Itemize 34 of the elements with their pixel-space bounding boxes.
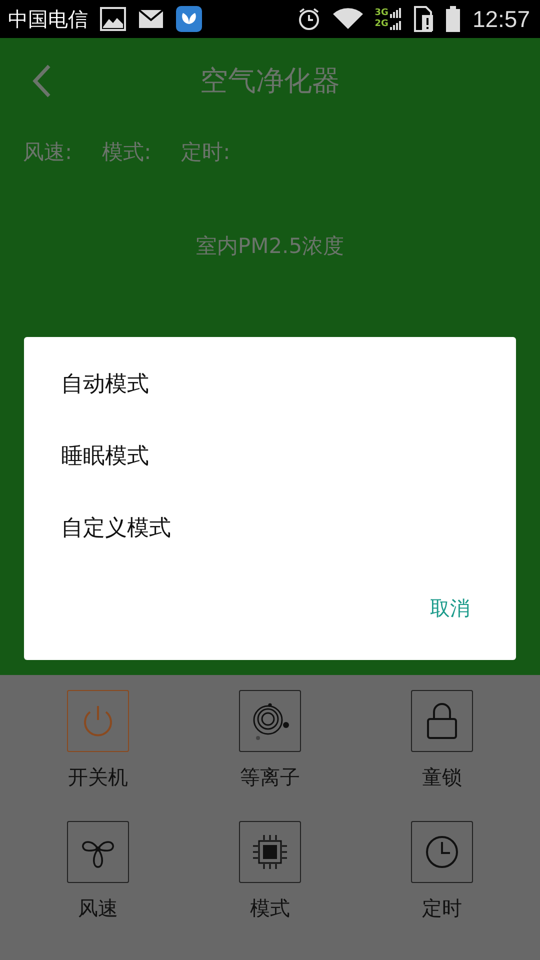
carrier-name: 中国电信 <box>8 6 88 32</box>
status-label: 模式: <box>102 139 152 166</box>
wifi-icon <box>332 8 363 30</box>
control-label: 等离子 <box>240 764 300 791</box>
control-label: 模式 <box>250 895 290 922</box>
mode-option[interactable]: 睡眠模式 <box>24 439 149 511</box>
plasma-button[interactable] <box>239 690 301 752</box>
status-label: 风速: <box>23 139 72 166</box>
control-label: 开关机 <box>68 764 128 791</box>
battery-icon <box>446 6 460 32</box>
fan-button[interactable] <box>67 821 129 883</box>
network-label: 3G <box>374 8 388 19</box>
mode-option[interactable]: 自动模式 <box>24 367 149 439</box>
mail-icon <box>138 9 164 29</box>
pm-label: 室内PM2.5浓度 <box>196 233 344 260</box>
status-label: 定时: <box>181 139 230 166</box>
sim-alert-icon <box>414 6 434 32</box>
clock-icon <box>425 835 459 869</box>
lock-icon <box>426 702 458 740</box>
control-label: 定时 <box>422 895 462 922</box>
lock-button[interactable] <box>411 690 473 752</box>
clock-button[interactable] <box>411 821 473 883</box>
clock-time: 12:57 <box>472 6 530 32</box>
page-title: 空气净化器 <box>200 63 340 99</box>
control-label: 风速 <box>78 895 118 922</box>
chip-button[interactable] <box>239 821 301 883</box>
chip-icon <box>252 834 288 870</box>
alarm-icon <box>296 7 321 31</box>
signal-icon <box>390 7 402 31</box>
network-label: 2G <box>374 19 388 30</box>
leaf-app-icon <box>176 6 202 32</box>
mode-option[interactable]: 自定义模式 <box>24 511 171 583</box>
control-label: 童锁 <box>422 764 462 791</box>
image-icon <box>100 7 126 31</box>
